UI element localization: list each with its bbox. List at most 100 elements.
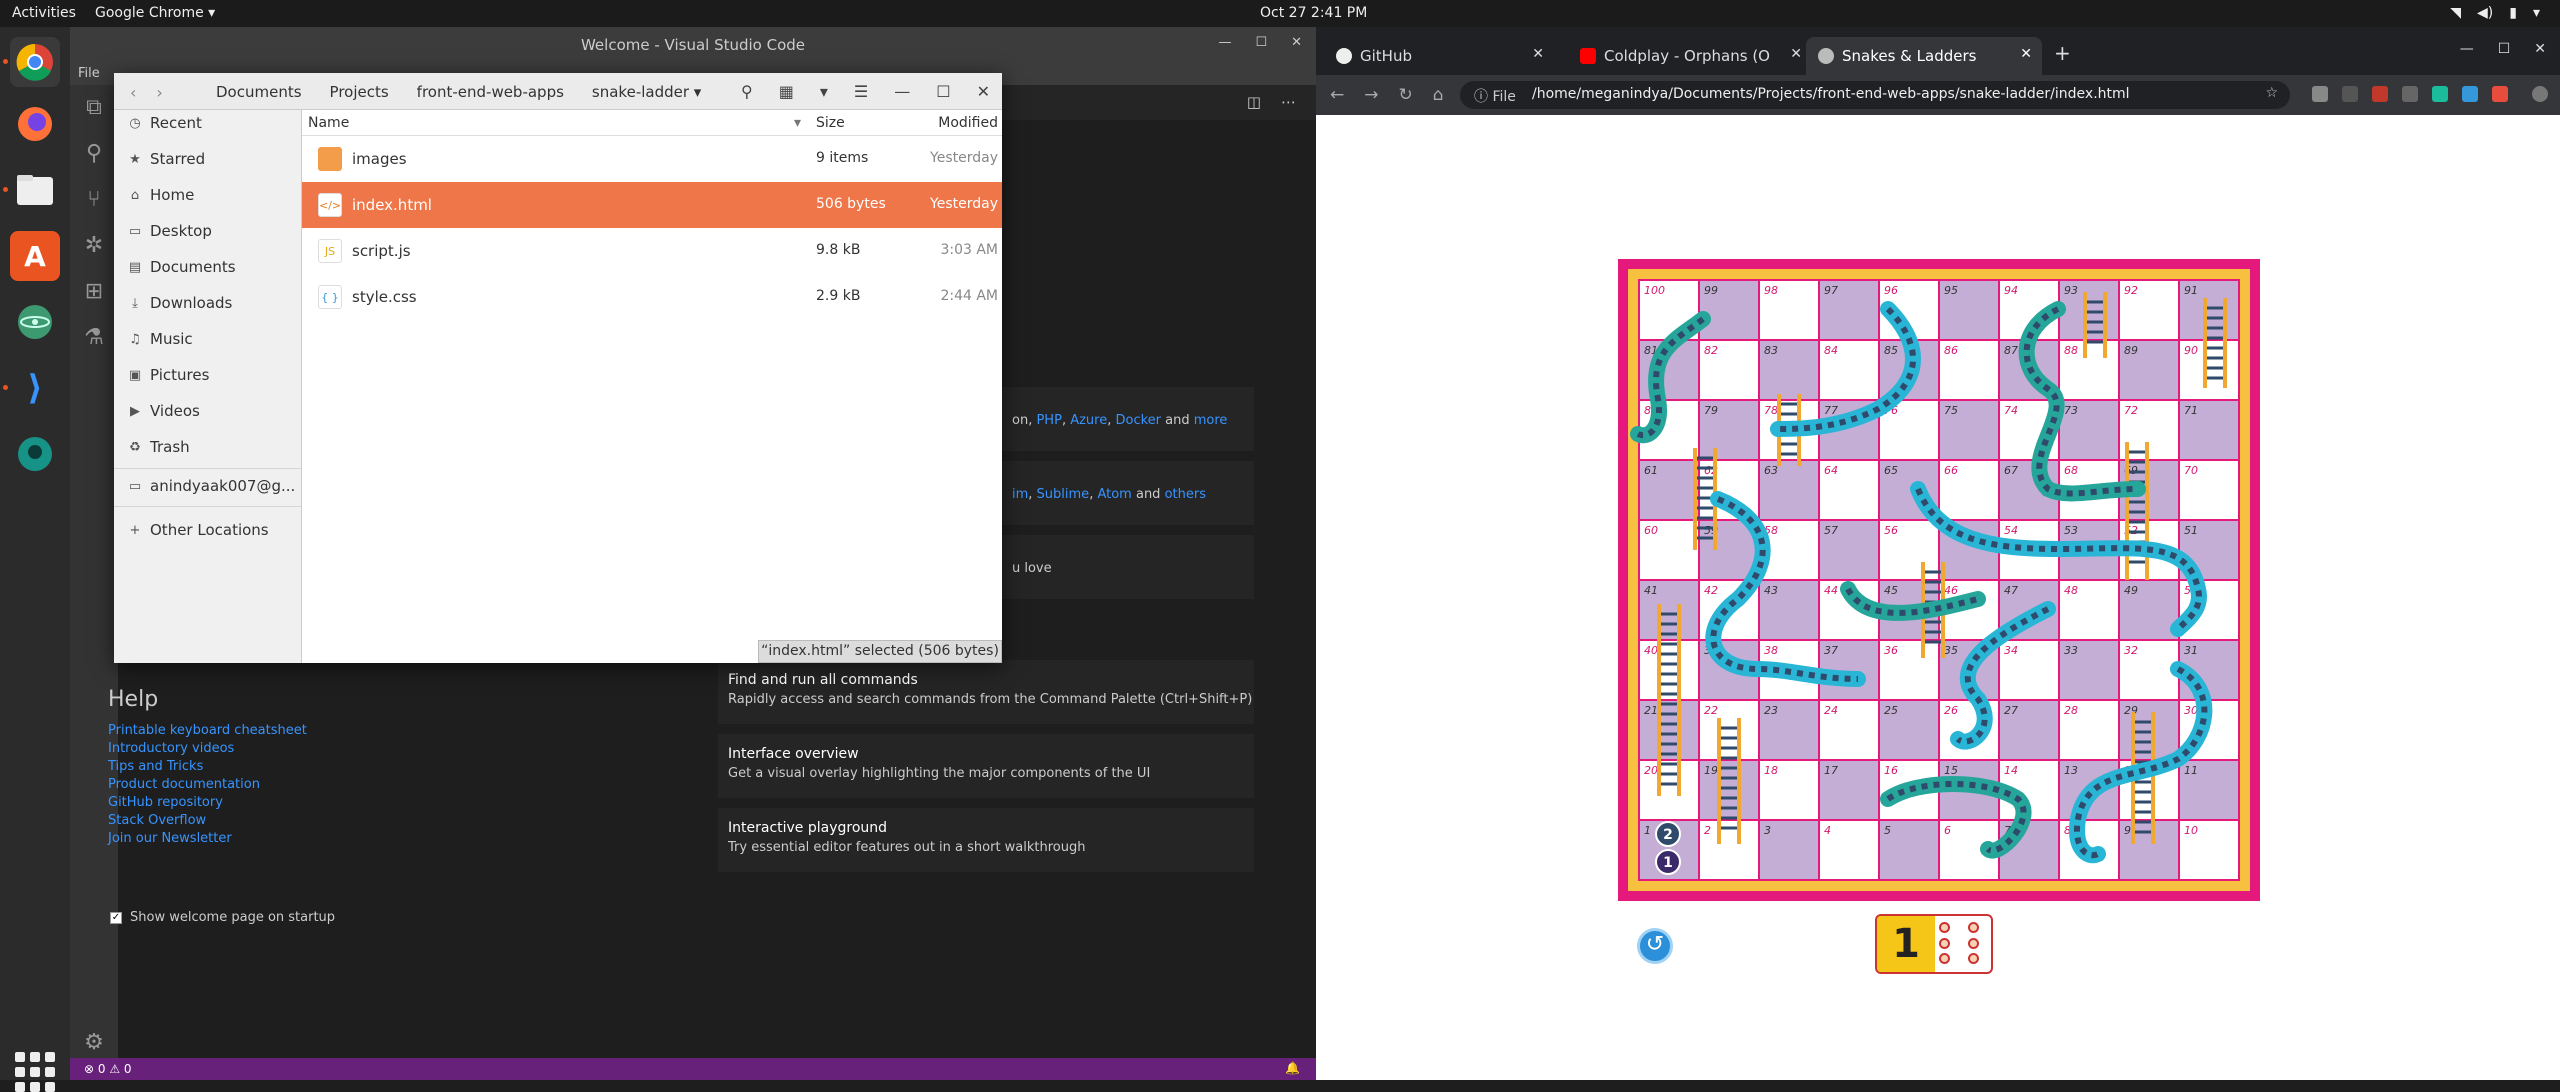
welcome-card-playground[interactable]: Interactive playground Try essential edi…: [718, 808, 1254, 872]
file-row-images[interactable]: images 9 items Yesterday: [302, 136, 1002, 182]
back-icon[interactable]: ←: [1330, 85, 1344, 105]
sidebar-item-recent[interactable]: ◷ Recent: [128, 112, 202, 134]
sidebar-item-home[interactable]: ⌂ Home: [128, 184, 194, 206]
card-link[interactable]: Azure: [1070, 413, 1107, 428]
file-row-style-css[interactable]: { } style.css 2.9 kB 2:44 AM: [302, 274, 1002, 320]
profile-avatar[interactable]: [2532, 86, 2548, 102]
sidebar-item-desktop[interactable]: ▭ Desktop: [128, 220, 212, 242]
gitkraken-icon[interactable]: [10, 429, 60, 479]
maximize-icon[interactable]: ☐: [2498, 41, 2511, 57]
sidebar-item-trash[interactable]: ♻ Trash: [128, 436, 189, 458]
home-icon[interactable]: ⌂: [1433, 85, 1444, 105]
tab-github[interactable]: GitHub ✕: [1324, 37, 1554, 75]
software-center-icon[interactable]: A: [10, 231, 60, 281]
breadcrumb-item[interactable]: Projects: [316, 83, 403, 101]
split-editor-icon[interactable]: ◫: [1247, 93, 1261, 111]
breadcrumb-item[interactable]: Documents: [202, 83, 316, 101]
minimize-icon[interactable]: —: [2460, 41, 2474, 57]
forward-icon[interactable]: →: [1364, 85, 1378, 105]
reset-button[interactable]: ↺: [1637, 928, 1673, 964]
more-actions-icon[interactable]: ⋯: [1281, 93, 1296, 111]
sidebar-item-videos[interactable]: ▶ Videos: [128, 400, 200, 422]
maximize-icon[interactable]: ☐: [1255, 35, 1267, 50]
help-link[interactable]: Product documentation: [108, 776, 307, 794]
sidebar-item-documents[interactable]: ▤ Documents: [128, 256, 236, 278]
dice-display[interactable]: 1: [1875, 914, 1993, 974]
extensions-icon[interactable]: ⊞: [80, 279, 108, 307]
card-link[interactable]: others: [1165, 487, 1206, 502]
extension-icon[interactable]: [2342, 86, 2358, 102]
extension-icon[interactable]: [2402, 86, 2418, 102]
close-tab-icon[interactable]: ✕: [1790, 46, 1802, 62]
clock[interactable]: Oct 27 2:41 PM: [1260, 5, 1367, 21]
sidebar-item-starred[interactable]: ★ Starred: [128, 148, 205, 170]
menu-icon[interactable]: ☰: [854, 82, 868, 101]
help-link[interactable]: GitHub repository: [108, 794, 307, 812]
column-modified[interactable]: Modified: [938, 115, 998, 131]
view-grid-icon[interactable]: ▦: [779, 82, 794, 101]
app-menu[interactable]: Google Chrome ▾: [95, 5, 215, 21]
bookmark-star-icon[interactable]: ☆: [2265, 85, 2278, 101]
close-icon[interactable]: ✕: [1291, 35, 1302, 50]
explorer-icon[interactable]: ⧉: [80, 95, 108, 123]
forward-icon[interactable]: ›: [156, 83, 162, 102]
sort-chevron-icon[interactable]: ▾: [794, 115, 801, 131]
column-size[interactable]: Size: [816, 115, 845, 131]
testing-icon[interactable]: ⚗: [80, 325, 108, 353]
minimize-icon[interactable]: —: [1218, 35, 1231, 50]
extension-icon[interactable]: [2492, 86, 2508, 102]
close-tab-icon[interactable]: ✕: [1532, 46, 1544, 62]
info-icon[interactable]: ⓘ File: [1474, 86, 1516, 106]
help-link[interactable]: Introductory videos: [108, 740, 307, 758]
close-icon[interactable]: ✕: [2534, 41, 2546, 57]
sidebar-item-other-locations[interactable]: + Other Locations: [128, 519, 269, 541]
close-tab-icon[interactable]: ✕: [2020, 46, 2032, 62]
search-icon[interactable]: ⚲: [741, 82, 753, 101]
card-link[interactable]: Docker: [1115, 413, 1161, 428]
card-link[interactable]: more: [1194, 413, 1228, 428]
tab-coldplay[interactable]: Coldplay - Orphans (O ✕: [1568, 37, 1812, 75]
new-tab-icon[interactable]: +: [2054, 41, 2071, 65]
reload-icon[interactable]: ↻: [1399, 85, 1413, 105]
card-link[interactable]: im: [1012, 487, 1028, 502]
tab-snakes-ladders[interactable]: Snakes & Ladders ✕: [1806, 37, 2042, 75]
show-welcome-checkbox[interactable]: ✓: [110, 911, 122, 924]
files-icon[interactable]: [10, 165, 60, 215]
search-icon[interactable]: ⚲: [80, 141, 108, 169]
breadcrumb-item[interactable]: front-end-web-apps: [403, 83, 578, 101]
activities-button[interactable]: Activities: [12, 5, 76, 21]
system-tray[interactable]: ◥ ◀) ▮ ▾: [2450, 5, 2540, 21]
close-icon[interactable]: ✕: [977, 82, 990, 101]
problems-indicator[interactable]: ⊗ 0 ⚠ 0: [84, 1062, 132, 1076]
atom-icon[interactable]: [10, 297, 60, 347]
extension-icon[interactable]: [2432, 86, 2448, 102]
settings-gear-icon[interactable]: ⚙: [80, 1030, 108, 1058]
address-bar[interactable]: ⓘ File /home/meganindya/Documents/Projec…: [1460, 81, 2290, 109]
card-link[interactable]: PHP: [1036, 413, 1061, 428]
help-link[interactable]: Printable keyboard cheatsheet: [108, 722, 307, 740]
minimize-icon[interactable]: —: [894, 82, 910, 101]
help-link[interactable]: Tips and Tricks: [108, 758, 307, 776]
source-control-icon[interactable]: ⑂: [80, 187, 108, 215]
sidebar-item-pictures[interactable]: ▣ Pictures: [128, 364, 210, 386]
extension-icon[interactable]: [2312, 86, 2328, 102]
menu-file[interactable]: File: [78, 66, 100, 81]
file-row-index-html[interactable]: </> index.html 506 bytes Yesterday: [302, 182, 1002, 228]
vscode-icon[interactable]: ⟩: [10, 363, 60, 413]
extension-icon[interactable]: [2462, 86, 2478, 102]
welcome-card-commands[interactable]: Find and run all commands Rapidly access…: [718, 660, 1254, 724]
maximize-icon[interactable]: ☐: [936, 82, 950, 101]
column-name[interactable]: Name: [308, 115, 349, 131]
back-icon[interactable]: ‹: [130, 83, 136, 102]
firefox-icon[interactable]: [10, 99, 60, 149]
breadcrumb-current[interactable]: snake-ladder ▾: [578, 83, 715, 101]
file-row-script-js[interactable]: JS script.js 9.8 kB 3:03 AM: [302, 228, 1002, 274]
debug-icon[interactable]: ✲: [80, 233, 108, 261]
ublock-icon[interactable]: [2372, 86, 2388, 102]
sidebar-item-music[interactable]: ♫ Music: [128, 328, 193, 350]
card-link[interactable]: Sublime: [1037, 487, 1090, 502]
help-link[interactable]: Join our Newsletter: [108, 830, 307, 848]
chrome-icon[interactable]: [10, 37, 60, 87]
sidebar-item-account[interactable]: ▭ anindyaak007@g...: [128, 475, 295, 497]
help-link[interactable]: Stack Overflow: [108, 812, 307, 830]
